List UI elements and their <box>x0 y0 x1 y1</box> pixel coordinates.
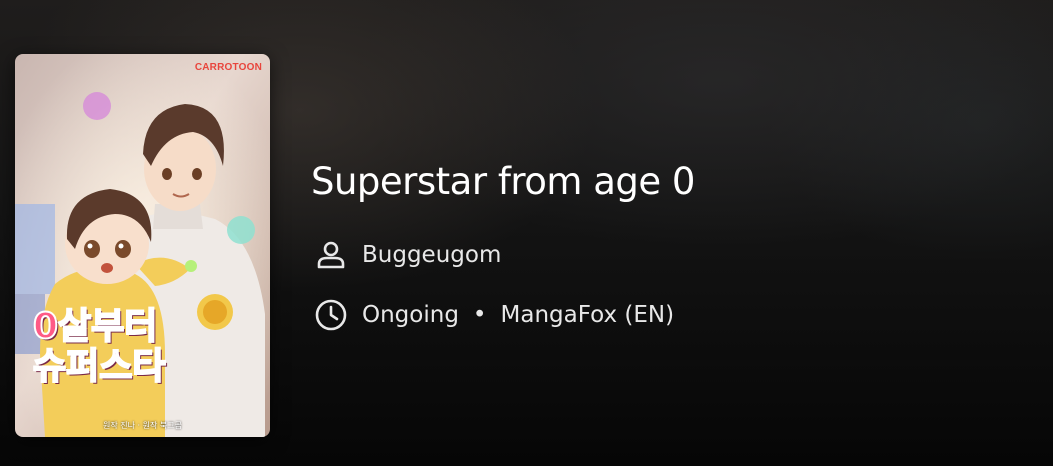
source-name[interactable]: MangaFox (EN) <box>501 302 675 328</box>
separator-dot: • <box>472 302 487 328</box>
publication-status: Ongoing <box>362 302 459 328</box>
status-row: Ongoing • MangaFox (EN) <box>314 298 674 332</box>
author-name[interactable]: Buggeugom <box>362 242 501 268</box>
cover-credit-text: 원작 진나 · 원작 북그곰 <box>103 421 182 430</box>
cover-brand-logo: CARROTOON <box>194 62 262 73</box>
author-row: Buggeugom <box>314 238 501 272</box>
manga-title: Superstar from age 0 <box>311 160 695 203</box>
manga-details-header: CARROTOON 0살부터 슈퍼스타 원작 진나 · 원작 북그곰 Super… <box>0 0 1053 466</box>
cover-title-text: 0살부터 슈퍼스타 <box>32 306 166 388</box>
clock-icon <box>314 298 348 332</box>
manga-cover-image[interactable]: CARROTOON 0살부터 슈퍼스타 원작 진나 · 원작 북그곰 <box>15 54 270 437</box>
person-icon <box>314 238 348 272</box>
